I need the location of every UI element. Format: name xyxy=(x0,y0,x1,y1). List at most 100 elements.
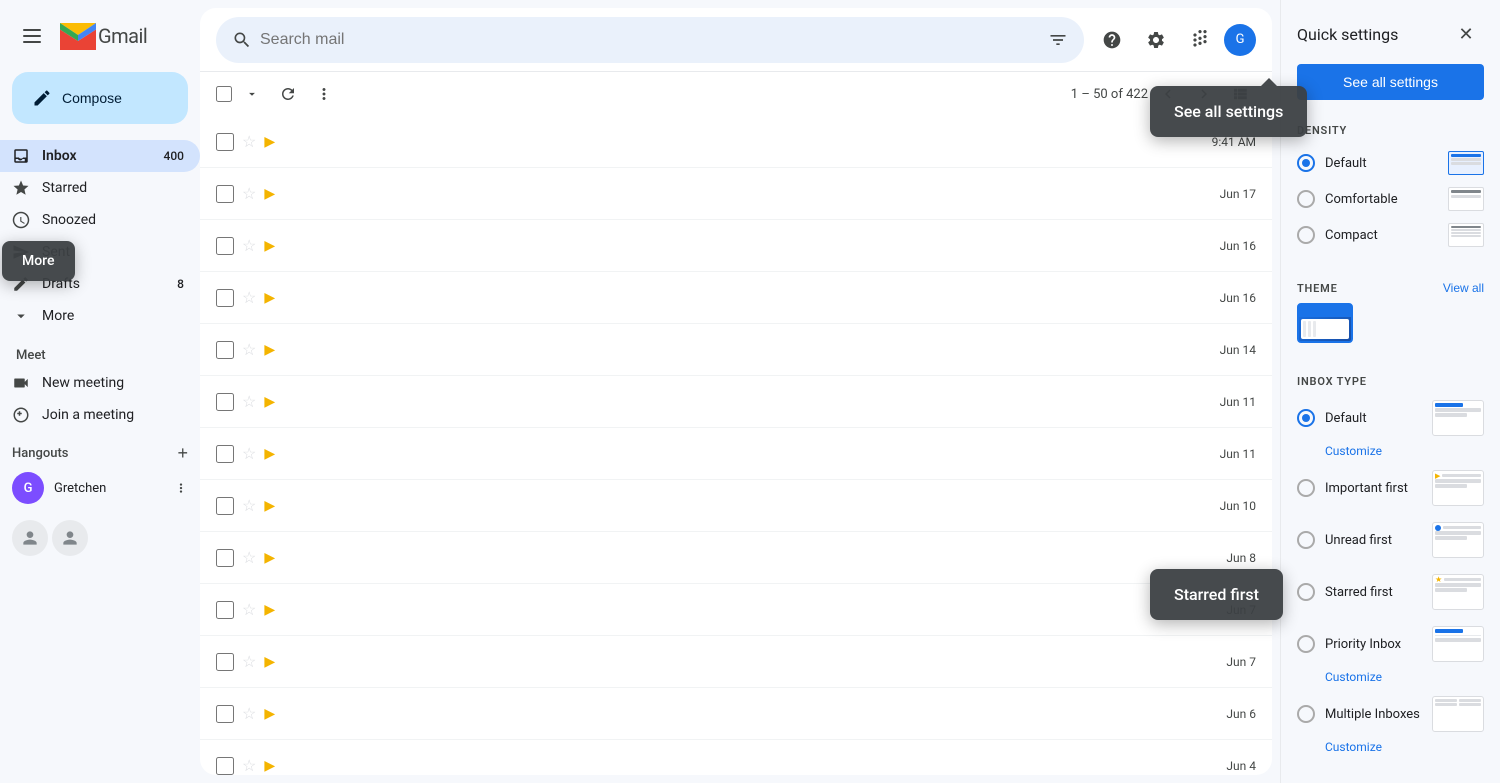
nav-list: Inbox 400 Starred Snoozed Sent Drafts 8 … xyxy=(0,140,200,332)
row-checkbox[interactable] xyxy=(216,549,234,567)
inbox-type-priority[interactable]: Priority Inbox xyxy=(1281,618,1500,670)
row-checkbox[interactable] xyxy=(216,497,234,515)
row-checkbox[interactable] xyxy=(216,393,234,411)
density-default[interactable]: Default xyxy=(1281,145,1500,181)
help-button[interactable] xyxy=(1092,20,1132,60)
table-row[interactable]: ☆ ▶ Jun 17 xyxy=(200,168,1272,220)
email-date: Jun 16 xyxy=(1220,239,1256,253)
star-icon[interactable]: ☆ xyxy=(242,392,256,411)
hangout-avatar-1[interactable] xyxy=(12,520,48,556)
star-icon[interactable]: ☆ xyxy=(242,548,256,567)
star-icon[interactable]: ☆ xyxy=(242,288,256,307)
inbox-multiple-label: Multiple Inboxes xyxy=(1325,707,1420,722)
star-icon[interactable]: ☆ xyxy=(242,704,256,723)
star-icon[interactable]: ☆ xyxy=(242,756,256,775)
density-comfortable-label: Comfortable xyxy=(1325,192,1398,207)
inbox-type-starred-first[interactable]: Starred first ★ xyxy=(1281,566,1500,618)
table-row[interactable]: ☆ ▶ Jun 7 xyxy=(200,584,1272,636)
inbox-type-unread-first[interactable]: Unread first xyxy=(1281,514,1500,566)
starred-label: Starred xyxy=(42,180,87,196)
email-date: Jun 11 xyxy=(1220,447,1256,461)
topbar-right: G xyxy=(1092,20,1256,60)
qs-header: Quick settings ✕ xyxy=(1281,0,1500,60)
row-checkbox[interactable] xyxy=(216,289,234,307)
qs-close-button[interactable]: ✕ xyxy=(1448,16,1484,52)
density-default-label: Default xyxy=(1325,156,1367,171)
inbox-default-radio xyxy=(1297,409,1315,427)
search-filter-button[interactable] xyxy=(1048,30,1068,50)
row-checkbox[interactable] xyxy=(216,133,234,151)
compose-button[interactable]: Compose xyxy=(12,72,188,124)
view-all-themes-button[interactable]: View all xyxy=(1443,281,1484,295)
important-marker: ▶ xyxy=(264,134,275,150)
star-icon[interactable]: ☆ xyxy=(242,652,256,671)
hangout-avatar-2[interactable] xyxy=(52,520,88,556)
row-checkbox[interactable] xyxy=(216,445,234,463)
table-row[interactable]: ☆ ▶ Jun 11 xyxy=(200,376,1272,428)
row-checkbox[interactable] xyxy=(216,601,234,619)
more-options-button[interactable] xyxy=(308,78,340,110)
density-compact[interactable]: Compact xyxy=(1281,217,1500,253)
table-row[interactable]: ☆ ▶ Jun 16 xyxy=(200,272,1272,324)
email-list: ☆ ▶ 9:41 AM ☆ ▶ Jun 17 ☆ ▶ Jun 16 ☆ ▶ xyxy=(200,116,1272,775)
density-default-radio xyxy=(1297,154,1315,172)
menu-icon-button[interactable] xyxy=(12,16,52,56)
row-checkbox[interactable] xyxy=(216,757,234,775)
table-row[interactable]: ☆ ▶ Jun 7 xyxy=(200,636,1272,688)
density-comfortable[interactable]: Comfortable xyxy=(1281,181,1500,217)
row-checkbox[interactable] xyxy=(216,185,234,203)
sidebar-item-join-meeting[interactable]: Join a meeting xyxy=(0,399,200,431)
table-row[interactable]: ☆ ▶ Jun 14 xyxy=(200,324,1272,376)
inbox-default-customize[interactable]: Customize xyxy=(1281,444,1500,462)
row-checkbox[interactable] xyxy=(216,705,234,723)
star-icon[interactable]: ☆ xyxy=(242,444,256,463)
table-row[interactable]: ☆ ▶ 9:41 AM xyxy=(200,116,1272,168)
table-row[interactable]: ☆ ▶ Jun 11 xyxy=(200,428,1272,480)
select-all-checkbox[interactable] xyxy=(216,86,232,102)
sidebar-item-snoozed[interactable]: Snoozed xyxy=(0,204,200,236)
star-icon[interactable]: ☆ xyxy=(242,600,256,619)
hangouts-section-title: Hangouts xyxy=(12,446,68,461)
inbox-badge: 400 xyxy=(164,149,184,163)
hangout-item-gretchen[interactable]: G Gretchen xyxy=(0,468,200,508)
table-row[interactable]: ☆ ▶ Jun 16 xyxy=(200,220,1272,272)
inbox-type-multiple[interactable]: Multiple Inboxes xyxy=(1281,688,1500,740)
inbox-starred-radio xyxy=(1297,583,1315,601)
row-checkbox[interactable] xyxy=(216,237,234,255)
apps-button[interactable] xyxy=(1180,20,1220,60)
star-icon[interactable]: ☆ xyxy=(242,184,256,203)
row-checkbox[interactable] xyxy=(216,653,234,671)
star-icon[interactable]: ☆ xyxy=(242,340,256,359)
select-dropdown-button[interactable] xyxy=(236,78,268,110)
user-avatar[interactable]: G xyxy=(1224,24,1256,56)
inbox-priority-customize[interactable]: Customize xyxy=(1281,670,1500,688)
star-icon[interactable]: ☆ xyxy=(242,236,256,255)
sidebar-item-starred[interactable]: Starred xyxy=(0,172,200,204)
add-hangout-button[interactable]: + xyxy=(177,443,188,464)
star-icon[interactable]: ☆ xyxy=(242,132,256,151)
hangout-options-icon xyxy=(174,481,188,495)
search-input[interactable] xyxy=(260,31,1040,49)
inbox-priority-preview xyxy=(1432,626,1484,662)
see-all-settings-button[interactable]: See all settings xyxy=(1297,64,1484,100)
table-row[interactable]: ☆ ▶ Jun 4 xyxy=(200,740,1272,775)
sidebar-item-new-meeting[interactable]: New meeting xyxy=(0,367,200,399)
table-row[interactable]: ☆ ▶ Jun 6 xyxy=(200,688,1272,740)
row-checkbox[interactable] xyxy=(216,341,234,359)
inbox-type-default[interactable]: Default xyxy=(1281,392,1500,444)
inbox-type-important-first[interactable]: Important first ▶ xyxy=(1281,462,1500,514)
inbox-multiple-radio xyxy=(1297,705,1315,723)
table-row[interactable]: ☆ ▶ Jun 8 xyxy=(200,532,1272,584)
inbox-multiple-customize[interactable]: Customize xyxy=(1281,740,1500,758)
table-row[interactable]: ☆ ▶ Jun 10 xyxy=(200,480,1272,532)
gretchen-avatar: G xyxy=(12,472,44,504)
theme-preview[interactable] xyxy=(1297,303,1353,343)
email-date: Jun 10 xyxy=(1220,499,1256,513)
refresh-button[interactable] xyxy=(272,78,304,110)
sidebar-item-more[interactable]: More xyxy=(0,300,200,332)
settings-button[interactable] xyxy=(1136,20,1176,60)
density-default-preview xyxy=(1448,151,1484,175)
email-date: Jun 7 xyxy=(1226,655,1256,669)
star-icon[interactable]: ☆ xyxy=(242,496,256,515)
sidebar-item-inbox[interactable]: Inbox 400 xyxy=(0,140,200,172)
